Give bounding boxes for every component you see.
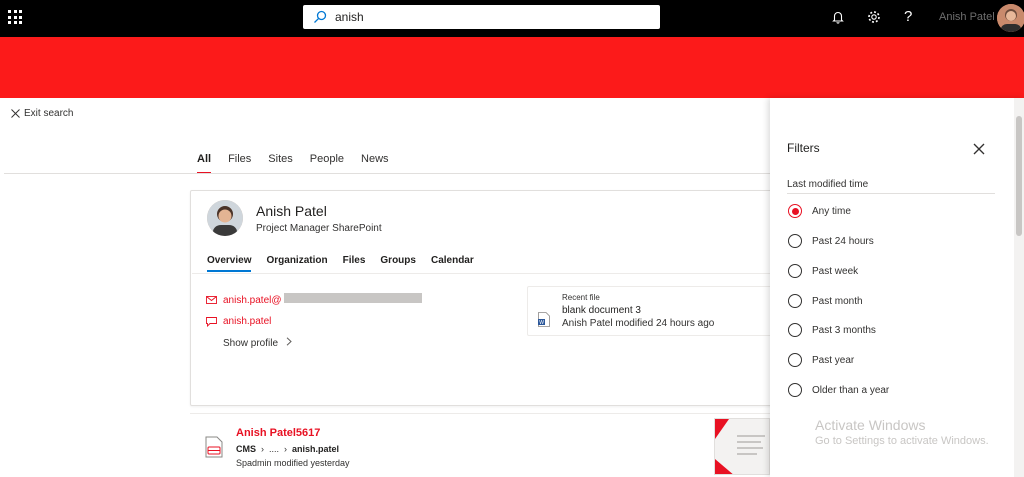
- chat-icon: [206, 316, 217, 327]
- tab-files[interactable]: Files: [228, 153, 251, 174]
- app-launcher-icon[interactable]: [8, 10, 22, 24]
- filter-option-any-time[interactable]: Any time: [788, 204, 851, 218]
- gear-icon[interactable]: [866, 9, 882, 25]
- chat-link[interactable]: anish.patel: [206, 316, 271, 327]
- radio-button[interactable]: [788, 234, 802, 248]
- redacted-block: [283, 293, 422, 303]
- person-tabs-divider: [192, 273, 790, 274]
- person-tab-overview[interactable]: Overview: [207, 255, 252, 272]
- result-tabs: All Files Sites People News: [197, 153, 406, 174]
- suite-bar: ? Anish Patel: [0, 0, 1024, 37]
- person-name[interactable]: Anish Patel: [256, 203, 327, 219]
- document-preview-icon: [715, 419, 769, 474]
- filter-option-label: Any time: [812, 205, 851, 217]
- close-icon[interactable]: [973, 143, 985, 155]
- search-box[interactable]: [303, 5, 660, 29]
- radio-button[interactable]: [788, 383, 802, 397]
- bell-icon[interactable]: [830, 9, 846, 25]
- filter-option-past-3-months[interactable]: Past 3 months: [788, 323, 876, 337]
- filter-option-older-than-a-year[interactable]: Older than a year: [788, 383, 889, 397]
- search-input[interactable]: [335, 8, 645, 26]
- mail-icon: [206, 295, 217, 304]
- breadcrumb-separator: ›: [261, 444, 264, 454]
- filter-option-past-year[interactable]: Past year: [788, 353, 854, 367]
- recent-file-card[interactable]: W Recent file blank document 3 Anish Pat…: [527, 286, 787, 336]
- show-profile-label: Show profile: [223, 338, 279, 349]
- scrollbar[interactable]: [1014, 98, 1024, 477]
- recent-file-label: Recent file: [562, 293, 600, 302]
- filter-option-past-week[interactable]: Past week: [788, 264, 858, 278]
- radio-button[interactable]: [788, 294, 802, 308]
- radio-button[interactable]: [788, 353, 802, 367]
- show-profile-link[interactable]: Show profile: [223, 337, 292, 349]
- scrollbar-thumb[interactable]: [1016, 116, 1022, 236]
- site-header-banner: [0, 37, 1024, 98]
- recent-file-meta: Anish Patel modified 24 hours ago: [562, 318, 715, 329]
- person-tabs: Overview Organization Files Groups Calen…: [207, 255, 489, 272]
- chevron-right-icon: [286, 337, 292, 346]
- person-avatar[interactable]: [207, 200, 243, 236]
- tab-all[interactable]: All: [197, 153, 212, 174]
- breadcrumb-separator: ›: [284, 444, 288, 454]
- radio-button[interactable]: [788, 204, 802, 218]
- activate-windows-watermark: Activate Windows Go to Settings to activ…: [815, 417, 989, 447]
- result-modified: Spadmin modified yesterday: [236, 458, 350, 468]
- tab-news[interactable]: News: [361, 153, 389, 174]
- filter-option-label: Past week: [812, 265, 859, 277]
- user-name[interactable]: Anish Patel: [939, 11, 995, 23]
- person-tab-organization[interactable]: Organization: [266, 255, 327, 272]
- tab-sites[interactable]: Sites: [268, 153, 292, 174]
- filter-option-label: Past year: [812, 354, 855, 366]
- watermark-title: Activate Windows: [815, 417, 926, 433]
- email-link[interactable]: anish.patel@: [206, 293, 422, 306]
- result-thumbnail[interactable]: [714, 418, 770, 475]
- person-card: Anish Patel Project Manager SharePoint O…: [190, 190, 790, 406]
- filter-option-label: Past 3 months: [812, 324, 876, 336]
- avatar[interactable]: [997, 4, 1024, 32]
- filter-option-past-month[interactable]: Past month: [788, 294, 863, 308]
- person-tab-files[interactable]: Files: [343, 255, 366, 272]
- help-icon[interactable]: ?: [904, 8, 912, 25]
- user-photo-icon: [997, 4, 1024, 32]
- recent-file-name: blank document 3: [562, 305, 641, 316]
- filter-option-label: Past 24 hours: [812, 235, 874, 247]
- breadcrumb-item[interactable]: anish.patel: [292, 444, 339, 454]
- file-icon: [205, 436, 223, 458]
- breadcrumb: CMS › .... › anish.patel: [236, 444, 339, 454]
- filters-title: Filters: [787, 141, 820, 155]
- result-title[interactable]: Anish Patel5617: [236, 427, 320, 439]
- chat-text: anish.patel: [223, 316, 272, 327]
- breadcrumb-item[interactable]: CMS: [236, 444, 256, 454]
- filter-section-divider: [787, 193, 995, 194]
- tab-people[interactable]: People: [310, 153, 344, 174]
- person-tab-calendar[interactable]: Calendar: [431, 255, 474, 272]
- person-tab-groups[interactable]: Groups: [380, 255, 416, 272]
- radio-button[interactable]: [788, 264, 802, 278]
- person-photo-icon: [207, 200, 243, 236]
- close-icon: [11, 109, 20, 118]
- tabs-divider: [4, 173, 770, 174]
- breadcrumb-item[interactable]: ....: [269, 444, 279, 454]
- word-document-icon: W: [538, 312, 550, 327]
- watermark-subtitle: Go to Settings to activate Windows.: [815, 435, 989, 447]
- person-title: Project Manager SharePoint: [256, 223, 382, 234]
- exit-search-label: Exit search: [24, 108, 74, 119]
- search-icon: [314, 10, 327, 23]
- result-divider: [190, 413, 770, 414]
- exit-search-button[interactable]: Exit search: [11, 108, 73, 119]
- filter-section-label: Last modified time: [787, 179, 869, 190]
- email-text: anish.patel@: [223, 295, 282, 306]
- filter-option-label: Older than a year: [812, 384, 890, 396]
- svg-text:W: W: [539, 320, 544, 326]
- radio-button[interactable]: [788, 323, 802, 337]
- filter-option-past-24-hours[interactable]: Past 24 hours: [788, 234, 874, 248]
- filter-option-label: Past month: [812, 295, 863, 307]
